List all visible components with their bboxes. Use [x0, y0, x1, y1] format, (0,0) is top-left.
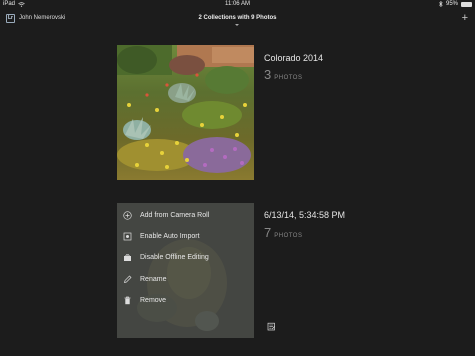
garden-photo	[117, 45, 254, 180]
photo-count: 3	[264, 67, 272, 82]
menu-item-label: Disable Offline Editing	[140, 253, 209, 261]
battery-icon	[461, 1, 472, 7]
menu-item-disable-offline-editing[interactable]: Disable Offline Editing	[123, 251, 209, 263]
battery-percent: 95%	[445, 1, 458, 7]
photo-count-unit: PHOTOS	[274, 75, 303, 81]
collection-settings-icon[interactable]	[267, 322, 276, 331]
status-right: 95%	[439, 1, 472, 7]
chevron-down-icon[interactable]	[235, 24, 239, 26]
menu-item-remove[interactable]: Remove	[123, 294, 166, 306]
trash-icon	[124, 296, 131, 304]
menu-item-rename[interactable]: Rename	[123, 273, 166, 285]
menu-item-label: Remove	[140, 296, 167, 304]
menu-item-label: Rename	[140, 275, 167, 283]
screen: iPad 11:06 AM 95% Lr John Nemerovski 2 C…	[0, 0, 475, 356]
add-circle-icon	[123, 210, 132, 220]
collections-title[interactable]: 2 Collections with 9 Photos	[0, 15, 475, 21]
menu-item-add-from-camera-roll[interactable]: Add from Camera Roll	[123, 209, 209, 221]
auto-import-icon	[123, 232, 132, 240]
nav-bar: Lr John Nemerovski 2 Collections with 9 …	[0, 10, 475, 30]
photo-count-unit: PHOTOS	[274, 233, 303, 239]
battery-level-fill	[462, 2, 471, 6]
collection-count: 3 PHOTOS	[264, 67, 302, 82]
photo-count: 7	[264, 225, 272, 240]
menu-item-enable-auto-import[interactable]: Enable Auto Import	[123, 230, 200, 242]
collection-options-menu: Add from Camera Roll Enable Auto Import …	[117, 203, 254, 338]
collection-name[interactable]: 6/13/14, 5:34:58 PM	[264, 210, 345, 220]
pencil-icon	[124, 275, 132, 283]
status-time: 11:06 AM	[225, 1, 250, 7]
bluetooth-icon	[439, 1, 443, 7]
menu-item-label: Enable Auto Import	[140, 232, 200, 240]
collection-thumbnail[interactable]	[117, 45, 254, 180]
collection-count: 7 PHOTOS	[264, 225, 302, 240]
status-bar: iPad 11:06 AM 95%	[0, 0, 475, 10]
collection-name[interactable]: Colorado 2014	[264, 53, 323, 63]
menu-item-label: Add from Camera Roll	[140, 211, 210, 219]
add-collection-button[interactable]: +	[462, 12, 468, 24]
offline-icon	[124, 253, 131, 261]
